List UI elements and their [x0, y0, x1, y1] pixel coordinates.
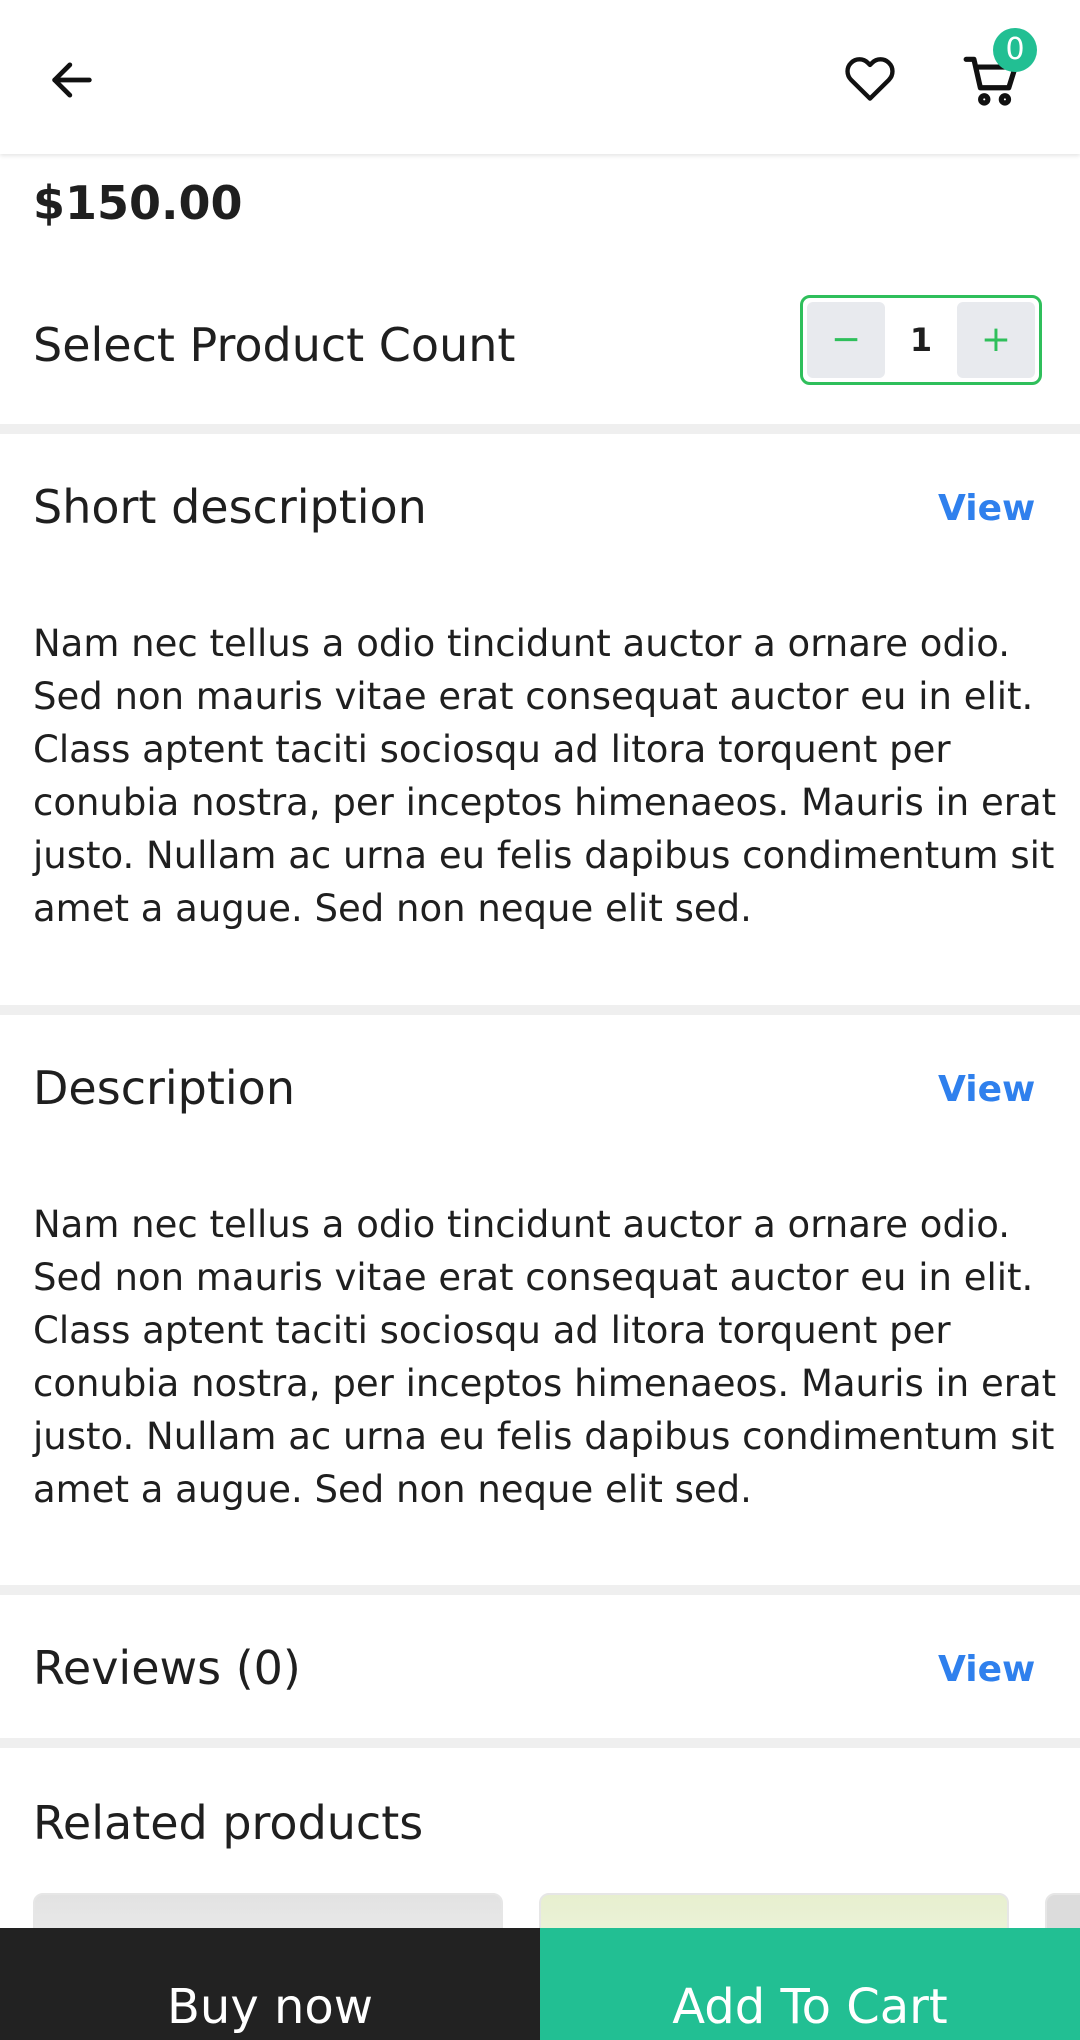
short-description-view-link[interactable]: View	[938, 488, 1035, 529]
product-count-label: Select Product Count	[33, 318, 516, 372]
cart-count-badge: 0	[993, 28, 1037, 72]
description-view-link[interactable]: View	[938, 1069, 1035, 1110]
bottom-action-bar: Buy now Add To Cart	[0, 1928, 1080, 2040]
reviews-view-link[interactable]: View	[938, 1649, 1035, 1690]
quantity-stepper: − 1 +	[800, 295, 1042, 385]
related-products-title: Related products	[33, 1796, 424, 1850]
quantity-value: 1	[909, 321, 933, 359]
section-divider	[0, 1738, 1080, 1748]
back-button[interactable]	[40, 48, 104, 112]
buy-now-button[interactable]: Buy now	[0, 1928, 540, 2040]
description-title: Description	[33, 1061, 295, 1115]
arrow-left-icon	[52, 62, 92, 98]
section-divider	[0, 424, 1080, 434]
product-price: $150.00	[33, 176, 243, 230]
add-to-cart-button[interactable]: Add To Cart	[540, 1928, 1080, 2040]
description-text: Nam nec tellus a odio tincidunt auctor a…	[33, 1203, 1057, 1511]
short-description-title: Short description	[33, 480, 427, 534]
wishlist-button[interactable]	[838, 46, 902, 110]
short-description-text: Nam nec tellus a odio tincidunt auctor a…	[33, 622, 1057, 930]
decrease-quantity-button[interactable]: −	[807, 302, 885, 378]
app-bar: 0	[0, 0, 1080, 154]
section-divider	[0, 1585, 1080, 1595]
heart-icon	[845, 57, 895, 101]
reviews-title: Reviews (0)	[33, 1641, 301, 1695]
section-divider	[0, 1005, 1080, 1015]
increase-quantity-button[interactable]: +	[957, 302, 1035, 378]
